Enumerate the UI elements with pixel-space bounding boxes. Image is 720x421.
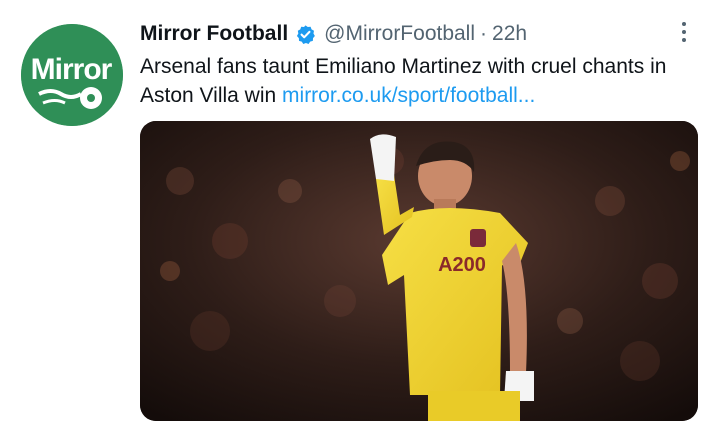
separator-dot: · <box>480 22 488 45</box>
tweet-header: Mirror Football @MirrorFootball · 22h <box>140 18 527 50</box>
tweet-text: Arsenal fans taunt Emiliano Martinez wit… <box>140 52 700 110</box>
more-options-icon[interactable] <box>674 18 694 46</box>
tweet-link[interactable]: mirror.co.uk/sport/football... <box>282 84 535 107</box>
avatar[interactable]: Mirror <box>21 24 123 126</box>
verified-badge-icon <box>295 24 316 45</box>
jersey-sponsor-text: A200 <box>438 254 486 276</box>
tweet-card[interactable]: Mirror Mirror Football @MirrorFootball ·… <box>0 0 720 421</box>
tweet-image[interactable]: A200 <box>140 121 698 421</box>
mirror-football-logo: Mirror <box>21 24 123 126</box>
user-handle[interactable]: @MirrorFootball <box>324 22 475 46</box>
timestamp[interactable]: 22h <box>492 22 527 46</box>
avatar-logo-text: Mirror <box>31 53 113 86</box>
display-name[interactable]: Mirror Football <box>140 22 288 46</box>
goalkeeper-photo: A200 <box>140 121 698 421</box>
